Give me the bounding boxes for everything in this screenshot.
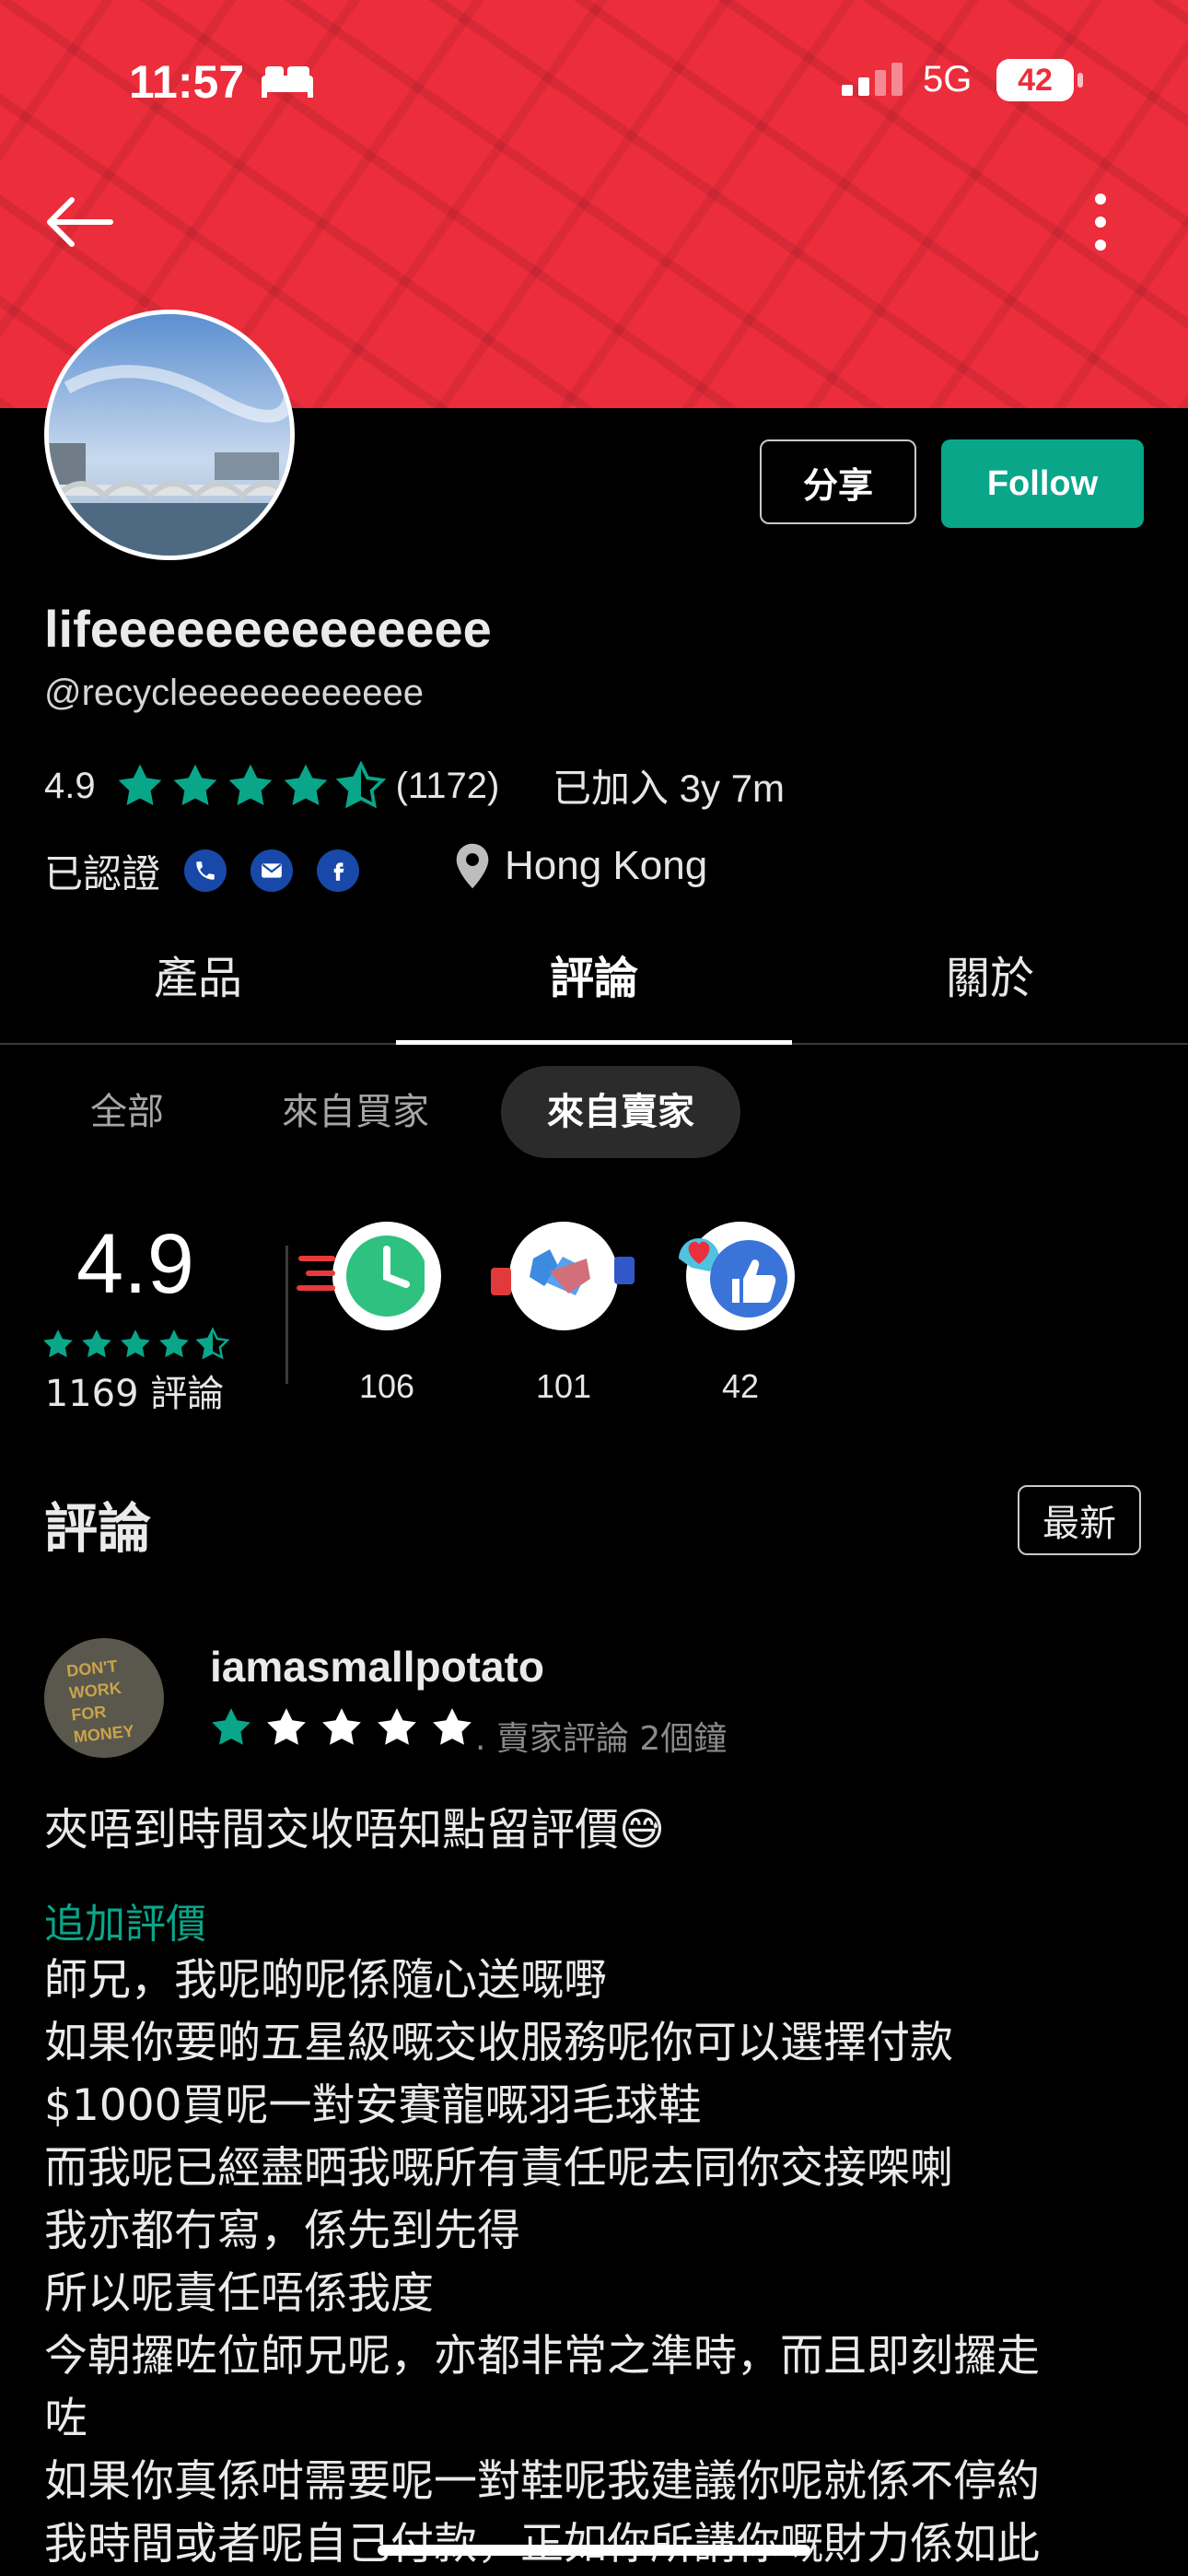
additional-review-line: 我亦都冇寫，係先到先得 <box>44 2206 520 2256</box>
share-button[interactable]: 分享 <box>760 439 916 524</box>
additional-review-line: 咗 <box>44 2394 87 2444</box>
reviewer-username[interactable]: iamasmallpotato <box>210 1642 544 1692</box>
location-text: Hong Kong <box>505 843 708 888</box>
average-score: 4.9 <box>76 1217 194 1311</box>
additional-review-text: 師兄，我呢啲呢係隨心送嘅嘢 如果你要啲五星級嘅交收服務呢你可以選擇付款 $100… <box>44 1950 1159 2576</box>
metric-handshake: 101 <box>490 1222 637 1406</box>
phone-verified-icon <box>184 849 227 892</box>
additional-review-label: 追加評價 <box>44 1901 206 1948</box>
tab-reviews[interactable]: 評論 <box>396 931 792 1045</box>
additional-review-line: 而我呢已經盡晒我嘅所有責任呢去同你交接㗎喇 <box>44 2143 953 2194</box>
home-indicator[interactable] <box>378 2545 810 2556</box>
metric-value-handshake: 101 <box>535 1367 592 1405</box>
star-empty-icon <box>378 1708 416 1745</box>
fast-clock-icon <box>297 1222 441 1330</box>
tab-about[interactable]: 關於 <box>792 931 1188 1043</box>
review-stars <box>208 1704 475 1751</box>
star-full-icon <box>284 764 327 805</box>
handshake-icon <box>491 1222 635 1330</box>
star-full-icon <box>43 1329 73 1358</box>
cellular-signal-icon <box>842 63 903 96</box>
star-half-icon <box>195 1327 230 1360</box>
status-time: 11:57 <box>129 56 245 108</box>
email-verified-icon <box>250 849 294 892</box>
star-half-icon <box>335 760 386 809</box>
profile-handle: @recycleeeeeeeeeeee <box>44 673 425 713</box>
tab-products[interactable]: 產品 <box>0 931 396 1043</box>
review-filter-chips: 全部 來自買家 來自賣家 <box>44 1065 740 1159</box>
reviewer-avatar[interactable]: DON'T WORK FOR MONEY <box>44 1638 164 1758</box>
star-empty-icon <box>433 1708 472 1745</box>
additional-review-line: $1000買呢一對安賽龍嘅羽毛球鞋 <box>44 2080 702 2131</box>
location-pin-icon <box>456 843 489 889</box>
average-stars <box>41 1327 230 1362</box>
metric-value-recommend: 42 <box>721 1367 760 1405</box>
total-review-count: 1169 評論 <box>44 1373 225 1415</box>
location: Hong Kong <box>453 842 707 890</box>
battery-indicator: 42 <box>996 59 1083 101</box>
star-full-icon <box>159 1329 189 1358</box>
additional-review-line: 師兄，我呢啲呢係隨心送嘅嘢 <box>44 1955 607 2006</box>
metric-recommend: 42 <box>667 1222 814 1406</box>
profile-tabs: 產品 評論 關於 <box>0 931 1188 1045</box>
rating-value: 4.9 <box>44 765 96 806</box>
filter-from-sellers[interactable]: 來自賣家 <box>501 1066 740 1158</box>
profile-rating[interactable]: 4.9 (1172) <box>44 755 499 816</box>
joined-duration: 已加入 3y 7m <box>553 767 786 810</box>
additional-review-line: 今朝攞咗位師兄呢，亦都非常之準時，而且即刻攞走 <box>44 2331 1040 2382</box>
star-full-icon <box>228 764 272 805</box>
additional-review-line: 如果你真係咁需要呢一對鞋呢我建議你呢就係不停約 <box>44 2456 1040 2507</box>
rating-stars <box>114 760 387 812</box>
star-empty-icon <box>267 1708 306 1745</box>
star-empty-icon <box>322 1708 361 1745</box>
profile-avatar <box>44 310 295 560</box>
review-text: 夾唔到時間交收唔知點留評價😅 <box>44 1804 666 1856</box>
back-arrow-icon[interactable] <box>42 193 116 251</box>
star-full-icon <box>118 764 161 805</box>
review-meta: . 賣家評論 2個鐘 <box>475 1720 728 1758</box>
star-full-icon <box>173 764 216 805</box>
sleep-focus-icon <box>262 66 313 98</box>
metric-fast-response: 106 <box>297 1222 460 1406</box>
network-type: 5G <box>923 59 973 100</box>
avatar-sign-text: DON'T WORK FOR MONEY <box>65 1657 135 1747</box>
filter-all[interactable]: 全部 <box>44 1066 210 1158</box>
star-full-icon <box>212 1708 250 1745</box>
star-full-icon <box>121 1329 150 1358</box>
verification-row: 已認證 <box>44 840 360 901</box>
profile-name: lifeeeeeeeeeeeeee <box>44 600 492 658</box>
more-options-icon[interactable] <box>1077 192 1124 252</box>
star-full-icon <box>82 1329 111 1358</box>
verified-label: 已認證 <box>44 850 161 896</box>
follow-button[interactable]: Follow <box>941 439 1144 528</box>
additional-review-line: 所以呢責任唔係我度 <box>44 2268 434 2319</box>
rating-count: (1172) <box>395 765 500 806</box>
additional-review-line: 如果你要啲五星級嘅交收服務呢你可以選擇付款 <box>44 2018 953 2068</box>
heart-thumbs-up-icon <box>679 1222 795 1330</box>
facebook-verified-icon <box>317 849 360 892</box>
summary-divider <box>285 1246 288 1384</box>
sort-latest-button[interactable]: 最新 <box>1018 1485 1141 1555</box>
reviews-section-title: 評論 <box>44 1497 152 1560</box>
metric-value-fast-response: 106 <box>358 1367 415 1405</box>
filter-from-buyers[interactable]: 來自買家 <box>236 1066 475 1158</box>
